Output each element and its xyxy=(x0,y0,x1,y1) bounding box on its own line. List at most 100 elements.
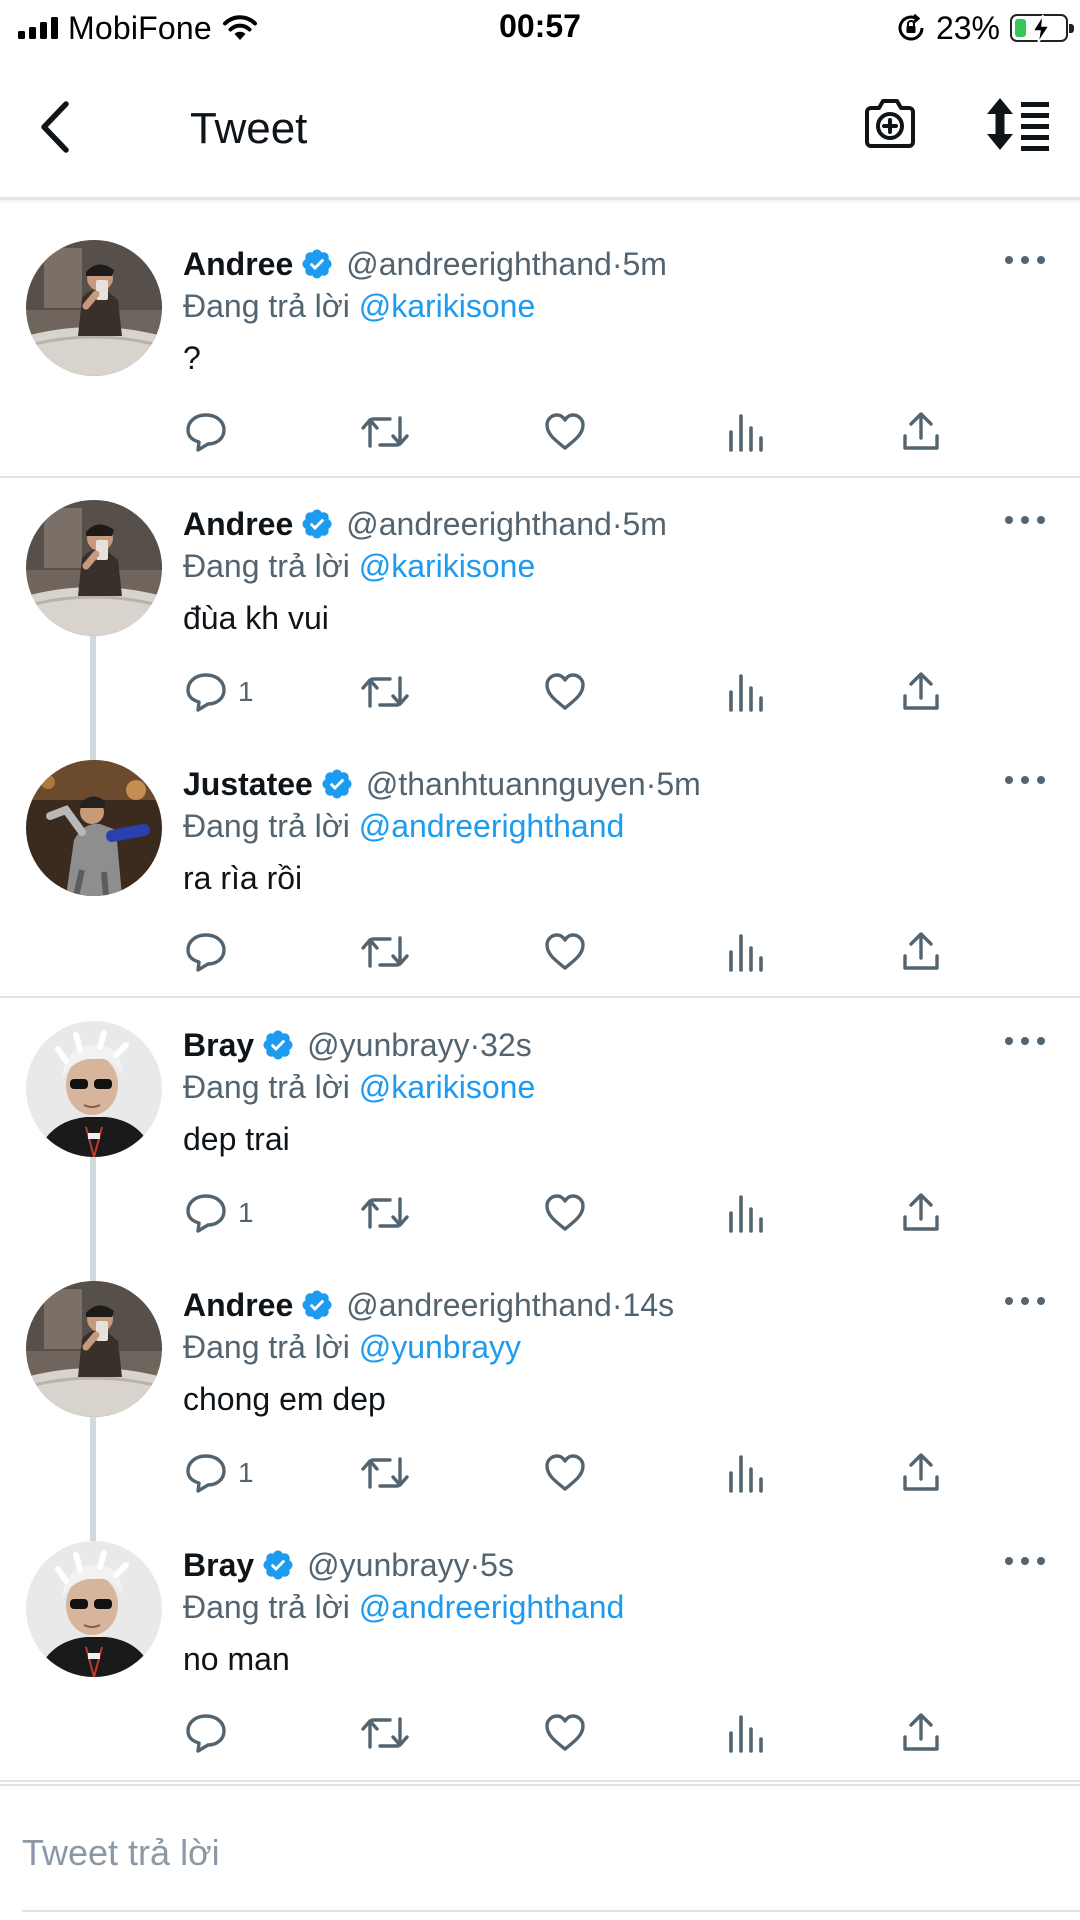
author-handle[interactable]: @andreerighthand xyxy=(346,1287,612,1324)
analytics-button[interactable] xyxy=(725,408,765,456)
retweet-button[interactable] xyxy=(360,408,410,456)
like-button[interactable] xyxy=(543,1449,587,1497)
replying-to-mention[interactable]: @andreerighthand xyxy=(359,1589,625,1625)
share-icon xyxy=(903,1193,939,1231)
tweet-header: Andree @andreerighthand · 14s xyxy=(183,1283,674,1327)
share-button[interactable] xyxy=(899,1449,943,1497)
reply-button[interactable] xyxy=(184,408,238,456)
analytics-button[interactable] xyxy=(725,1449,765,1497)
justatee-avatar[interactable] xyxy=(26,760,162,896)
andree-avatar[interactable] xyxy=(26,240,162,376)
tweet-header: Andree @andreerighthand · 5m xyxy=(183,502,667,546)
retweet-button[interactable] xyxy=(360,928,410,976)
retweet-button[interactable] xyxy=(360,668,410,716)
tweet-timestamp[interactable]: 32s xyxy=(480,1027,532,1064)
tweet-timestamp[interactable]: 5m xyxy=(622,246,666,283)
retweet-icon xyxy=(361,1717,409,1749)
tweet-timestamp[interactable]: 5s xyxy=(480,1547,514,1584)
analytics-button[interactable] xyxy=(725,1709,765,1757)
like-button[interactable] xyxy=(543,668,587,716)
tweet-text: no man xyxy=(183,1641,290,1677)
retweet-button[interactable] xyxy=(360,1449,410,1497)
author-name[interactable]: Justatee xyxy=(183,766,313,803)
tweet-timestamp[interactable]: 5m xyxy=(656,766,700,803)
replying-to-mention[interactable]: @andreerighthand xyxy=(359,808,625,844)
tweet-actions: 1 xyxy=(0,668,1080,716)
share-button[interactable] xyxy=(899,928,943,976)
tweet[interactable]: Bray @yunbrayy · 32s Đang trả lời @karikis… xyxy=(0,981,1080,1241)
replying-to: Đang trả lời @karikisone xyxy=(183,548,535,585)
sort-replies-button[interactable] xyxy=(985,96,1051,152)
reply-icon xyxy=(186,1194,226,1233)
tweet-text: đùa kh vui xyxy=(183,600,329,636)
tweet[interactable]: Andree @andreerighthand · 5m Đang trả lời … xyxy=(0,200,1080,460)
author-name[interactable]: Andree xyxy=(183,1287,293,1324)
reply-button[interactable]: 1 xyxy=(184,1449,254,1497)
share-button[interactable] xyxy=(899,408,943,456)
bray-avatar[interactable] xyxy=(26,1021,162,1157)
author-handle[interactable]: @yunbrayy xyxy=(307,1547,469,1584)
share-button[interactable] xyxy=(899,1189,943,1237)
more-options-button[interactable] xyxy=(1005,1037,1045,1051)
more-options-button[interactable] xyxy=(1005,776,1045,790)
battery-percent: 23% xyxy=(935,9,1000,46)
share-button[interactable] xyxy=(899,1709,943,1757)
replying-to-mention[interactable]: @karikisone xyxy=(359,548,536,584)
share-button[interactable] xyxy=(899,668,943,716)
author-name[interactable]: Andree xyxy=(183,506,293,543)
reply-button[interactable]: 1 xyxy=(184,1189,254,1237)
like-button[interactable] xyxy=(543,1709,587,1757)
author-name[interactable]: Bray xyxy=(183,1027,254,1064)
retweet-icon xyxy=(361,676,409,708)
author-name[interactable]: Bray xyxy=(183,1547,254,1584)
like-button[interactable] xyxy=(543,408,587,456)
reply-input[interactable] xyxy=(22,1822,1042,1884)
author-handle[interactable]: @thanhtuannguyen xyxy=(366,766,646,803)
replying-to-mention[interactable]: @karikisone xyxy=(359,1069,536,1105)
author-handle[interactable]: @andreerighthand xyxy=(346,506,612,543)
analytics-button[interactable] xyxy=(725,668,765,716)
back-button[interactable] xyxy=(30,96,86,158)
tweet-header: Andree @andreerighthand · 5m xyxy=(183,242,667,286)
tweet[interactable]: Bray @yunbrayy · 5s Đang trả lời @andreeri… xyxy=(0,1501,1080,1761)
replying-to-mention[interactable]: @yunbrayy xyxy=(359,1329,521,1365)
bray-avatar[interactable] xyxy=(26,1541,162,1677)
tweet-text: ra rìa rồi xyxy=(183,860,303,896)
reply-button[interactable]: 1 xyxy=(184,668,254,716)
andree-avatar[interactable] xyxy=(26,500,162,636)
tweet[interactable]: Andree @andreerighthand · 14s Đang trả lời… xyxy=(0,1241,1080,1501)
tweet-timestamp[interactable]: 5m xyxy=(622,506,666,543)
replying-to-mention[interactable]: @karikisone xyxy=(359,288,536,324)
reply-icon xyxy=(186,1454,226,1493)
like-button[interactable] xyxy=(543,928,587,976)
retweet-button[interactable] xyxy=(360,1189,410,1237)
more-options-button[interactable] xyxy=(1005,1557,1045,1571)
share-icon xyxy=(903,412,939,450)
replying-to-label: Đang trả lời xyxy=(183,548,359,584)
author-handle[interactable]: @yunbrayy xyxy=(307,1027,469,1064)
tweet-actions xyxy=(0,1709,1080,1757)
replying-to-label: Đang trả lời xyxy=(183,288,359,324)
more-options-button[interactable] xyxy=(1005,516,1045,530)
tweet-actions xyxy=(0,928,1080,976)
camera-button[interactable] xyxy=(862,96,918,152)
sort-list-icon xyxy=(987,98,1049,151)
retweet-icon xyxy=(361,1197,409,1229)
reply-button[interactable] xyxy=(184,1709,238,1757)
retweet-button[interactable] xyxy=(360,1709,410,1757)
analytics-button[interactable] xyxy=(725,1189,765,1237)
analytics-button[interactable] xyxy=(725,928,765,976)
tweet[interactable]: Justatee @thanhtuannguyen · 5m Đang trả lờ… xyxy=(0,720,1080,980)
author-handle[interactable]: @andreerighthand xyxy=(346,246,612,283)
andree-avatar[interactable] xyxy=(26,1281,162,1417)
more-options-button[interactable] xyxy=(1005,1297,1045,1311)
tweet-timestamp[interactable]: 14s xyxy=(622,1287,674,1324)
status-bar: MobiFone 00:57 23% xyxy=(0,0,1080,60)
heart-icon xyxy=(545,1454,585,1491)
like-button[interactable] xyxy=(543,1189,587,1237)
author-name[interactable]: Andree xyxy=(183,246,293,283)
more-options-button[interactable] xyxy=(1005,256,1045,270)
tweet-actions: 1 xyxy=(0,1449,1080,1497)
tweet[interactable]: Andree @andreerighthand · 5m Đang trả lời … xyxy=(0,460,1080,720)
reply-button[interactable] xyxy=(184,928,238,976)
